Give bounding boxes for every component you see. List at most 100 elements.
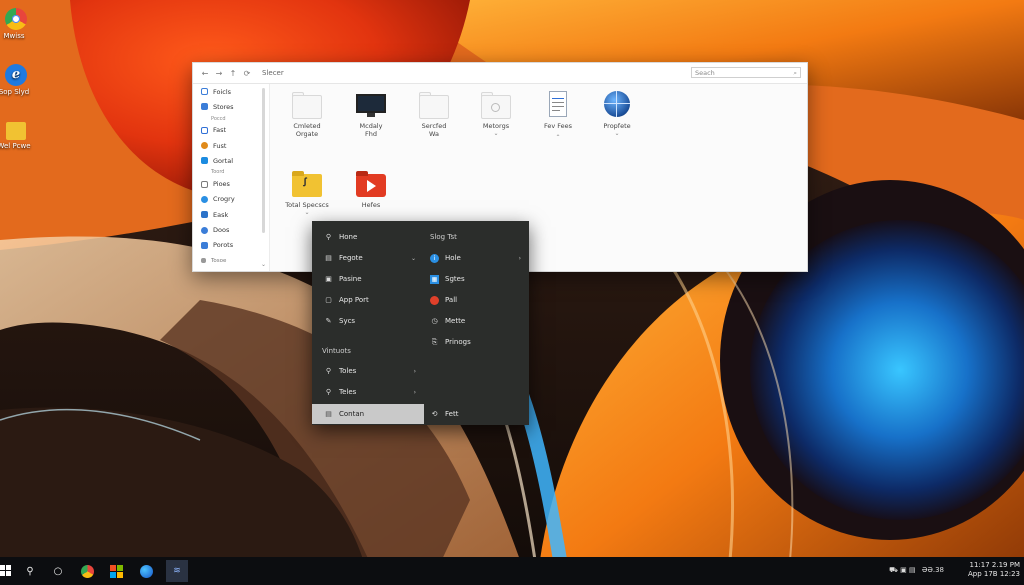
sidebar-item[interactable]: Eask xyxy=(193,207,269,222)
menu-item-label: Teles xyxy=(339,388,357,396)
clock[interactable]: 11:17 2.19 PM App 17B 12:23 xyxy=(968,561,1020,579)
folder-outline-icon xyxy=(292,91,322,119)
document-icon xyxy=(543,91,573,119)
menu-item-app-port[interactable]: ▢ App Port xyxy=(312,290,424,310)
menu-item-sgtes[interactable]: ▦ Sgtes xyxy=(424,269,529,289)
folder-icon: ▤ xyxy=(325,254,332,262)
search-input[interactable]: Seach ⌕ xyxy=(691,67,801,78)
menu-item-toles[interactable]: ⚲ Toles › xyxy=(312,361,424,381)
up-arrow-icon[interactable]: ↑ xyxy=(226,66,240,80)
chevron-down-icon[interactable]: ⌄ xyxy=(261,261,266,268)
gear-icon xyxy=(201,226,208,234)
sidebar-item-label: Fust xyxy=(213,141,227,150)
menu-item-prinogs[interactable]: ⎘ Prinogs xyxy=(424,332,529,352)
menu-item-label: Hone xyxy=(339,233,358,241)
menu-item-label: Sgtes xyxy=(445,275,465,283)
menu-item-pall[interactable]: Pall xyxy=(424,290,529,310)
video-folder-icon xyxy=(356,170,386,198)
desktop-icon xyxy=(201,211,208,219)
pin-icon: ⚲ xyxy=(325,233,332,241)
clock-time: 11:17 2.19 PM xyxy=(969,561,1020,569)
file-item-label: Cmleted Orgate xyxy=(293,122,321,138)
sidebar-item-label: Fast xyxy=(213,126,227,135)
menu-item-sycs[interactable]: ✎ Sycs xyxy=(312,311,424,331)
menu-item-label: Pasine xyxy=(339,275,362,283)
menu-item-label: Toles xyxy=(339,367,357,375)
file-item[interactable]: ꭍ Total Specscs ⌄ xyxy=(277,170,337,216)
sidebar-item[interactable]: Doos xyxy=(193,222,269,237)
store-icon[interactable] xyxy=(108,563,124,579)
menu-item-label: Hole xyxy=(445,254,461,262)
back-arrow-icon[interactable]: ← xyxy=(198,66,212,80)
store-icon xyxy=(201,103,208,111)
folder-icon: ▤ xyxy=(325,410,332,418)
file-item[interactable]: Sercfed Wa xyxy=(404,91,464,138)
cortana-icon[interactable]: ○ xyxy=(50,563,66,579)
context-menu[interactable]: ⚲ Hone ▤ Fegote ⌄ ▣ Pasine ▢ App Port ✎ … xyxy=(312,221,529,425)
desktop-icon-chrome[interactable]: Mwiss xyxy=(0,8,32,41)
menu-item-teles[interactable]: ⚲ Teles › xyxy=(312,382,424,402)
globe-icon xyxy=(201,195,208,203)
menu-section-header: Vintuots xyxy=(322,347,351,355)
sidebar-scrollbar[interactable] xyxy=(262,88,265,233)
sidebar-item-label: Eask xyxy=(213,210,229,219)
file-item-label: Fev Fees xyxy=(543,122,573,130)
info-icon: i xyxy=(430,253,439,263)
search-icon: ⚲ xyxy=(325,388,332,396)
chevron-down-icon[interactable]: ⌄ xyxy=(587,130,647,137)
forward-arrow-icon[interactable]: → xyxy=(212,66,226,80)
desktop-icon-folder[interactable]: Wel Pcwe xyxy=(0,118,32,151)
start-icon[interactable] xyxy=(0,563,14,579)
sidebar-item[interactable]: Pioes xyxy=(193,176,269,191)
system-tray-icons[interactable]: ⛟ ▣ ▤ ƏƏ.38 xyxy=(889,566,944,575)
sidebar-item[interactable]: Tosoe xyxy=(193,253,269,268)
app-icon[interactable]: ≋ xyxy=(166,560,188,582)
chevron-up-icon[interactable]: ⌃ xyxy=(528,134,588,141)
file-item[interactable]: Propfete ⌄ xyxy=(587,91,647,137)
file-item[interactable]: Metorgs ⌄ xyxy=(466,91,526,137)
desktop-icon-label: Wel Pcwe xyxy=(0,142,31,150)
file-item[interactable]: Cmleted Orgate xyxy=(277,91,337,138)
sidebar-section-text: Toord xyxy=(211,169,225,176)
window-icon: ▢ xyxy=(325,296,332,304)
taskbar: ⚲ ○ ≋ ⛟ ▣ ▤ ƏƏ.38 11:17 2.19 PM App 17B … xyxy=(0,557,1024,585)
sidebar-item[interactable]: Crogry xyxy=(193,192,269,207)
menu-item-mette[interactable]: ◷ Mette xyxy=(424,311,529,331)
desktop-icon-edge[interactable]: ℯ Sop Slyd xyxy=(0,64,32,97)
menu-item-home[interactable]: ⚲ Hone xyxy=(312,227,424,247)
sidebar-item[interactable]: Fast xyxy=(193,123,269,138)
share-icon: ⎘ xyxy=(431,337,438,346)
file-item[interactable]: Hefes xyxy=(341,170,401,209)
menu-item-fett[interactable]: ⟲ Fett xyxy=(424,404,529,424)
address-bar[interactable]: Slecer xyxy=(262,69,284,77)
sidebar-item[interactable]: Foicls xyxy=(193,84,269,99)
search-icon: ⚲ xyxy=(325,367,332,375)
menu-item-paste[interactable]: ▣ Pasine xyxy=(312,269,424,289)
sidebar-item[interactable]: Stores xyxy=(193,99,269,114)
grid-icon: ▦ xyxy=(430,274,439,284)
file-item-label: Propfete xyxy=(603,122,631,130)
chrome-icon[interactable] xyxy=(79,563,95,579)
chevron-down-icon[interactable]: ⌄ xyxy=(466,130,526,137)
menu-item-label: Fegote xyxy=(339,254,363,262)
sidebar-item[interactable]: Porots xyxy=(193,238,269,253)
sidebar-item[interactable]: Gortal xyxy=(193,153,269,168)
file-item[interactable]: Fev Fees ⌃ xyxy=(528,91,588,141)
search-icon[interactable]: ⚲ xyxy=(22,563,38,579)
file-item[interactable]: Mcdaly Fhd xyxy=(341,91,401,138)
folder-outline-icon xyxy=(419,91,449,119)
menu-item-fegote[interactable]: ▤ Fegote ⌄ xyxy=(312,248,424,268)
chevron-down-icon[interactable]: ⌄ xyxy=(277,209,337,216)
clock-icon: ◷ xyxy=(431,317,438,325)
search-icon: ⌕ xyxy=(793,69,797,77)
sidebar-item-label: Crogry xyxy=(213,195,235,204)
menu-item-hole[interactable]: i Hole › xyxy=(424,248,529,268)
sidebar-section-label: Poccd xyxy=(193,115,269,123)
edge-icon[interactable] xyxy=(138,563,154,579)
sidebar-item[interactable]: Fust xyxy=(193,138,269,153)
file-item-label: Metorgs xyxy=(482,122,510,130)
chevron-right-icon: › xyxy=(413,388,416,396)
menu-item-contan-highlighted[interactable]: ▤ Contan xyxy=(312,404,424,424)
refresh-icon[interactable]: ⟳ xyxy=(240,66,254,80)
refresh-icon: ⟲ xyxy=(431,410,438,418)
